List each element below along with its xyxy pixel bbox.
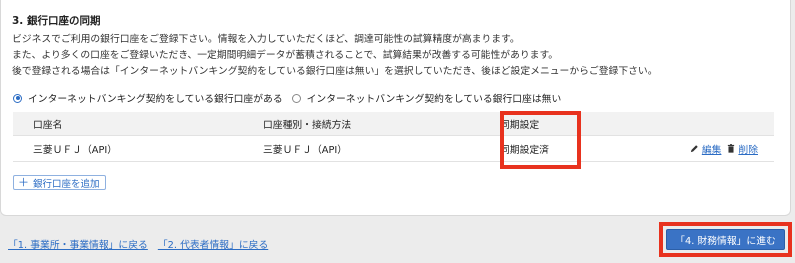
radio-has-account-label[interactable]: インターネットバンキング契約をしている銀行口座がある [28, 91, 283, 105]
add-bank-account-label: 銀行口座を追加 [33, 178, 100, 190]
description-line: 後で登録される場合は「インターネットバンキング契約をしている銀行口座は無い」を選… [12, 66, 658, 77]
delete-label: 削除 [738, 144, 758, 156]
plus-icon: ＋ [18, 176, 29, 189]
bank-sync-card: 3. 銀行口座の同期 ビジネスでご利用の銀行口座をご登録下さい。情報を入力してい… [0, 0, 791, 216]
description-line: ビジネスでご利用の銀行口座をご登録下さい。情報を入力していただくほど、調達可能性… [12, 34, 520, 45]
description-line: また、より多くの口座をご登録いただき、一定期間明細データが蓄積されることで、試算… [12, 50, 559, 61]
back-to-step1-link[interactable]: 「1. 事業所・事業情報」に戻る [8, 237, 148, 251]
section-title: 3. 銀行口座の同期 [12, 15, 101, 27]
account-name-cell: 三菱ＵＦＪ（API） [33, 144, 118, 156]
header-account-name: 口座名 [33, 119, 63, 131]
back-navigation: 「1. 事業所・事業情報」に戻る 「2. 代表者情報」に戻る [8, 237, 268, 251]
bank-account-radio-group: インターネットバンキング契約をしている銀行口座がある インターネットバンキング契… [13, 91, 570, 105]
radio-has-account[interactable] [13, 93, 22, 103]
account-type-cell: 三菱ＵＦＪ（API） [263, 144, 348, 156]
sync-status-cell: 同期設定済 [500, 144, 549, 156]
edit-label: 編集 [701, 144, 722, 156]
header-sync-setting: 同期設定 [500, 119, 540, 131]
bank-account-table: 口座名 口座種別・接続方法 同期設定 三菱ＵＦＪ（API） 三菱ＵＦＪ（API）… [13, 112, 774, 162]
trash-icon [727, 144, 735, 153]
edit-button[interactable]: 編集 [690, 142, 722, 156]
add-bank-account-button[interactable]: ＋ 銀行口座を追加 [13, 175, 106, 190]
table-row: 三菱ＵＦＪ（API） 三菱ＵＦＪ（API） 同期設定済 編集 削除 [13, 136, 774, 162]
next-button-highlight: 「4. 財務情報」に進む [659, 222, 792, 257]
delete-button[interactable]: 削除 [727, 142, 758, 156]
radio-no-account[interactable] [291, 93, 301, 103]
section-description: ビジネスでご利用の銀行口座をご登録下さい。情報を入力していただくほど、調達可能性… [12, 32, 658, 80]
table-header: 口座名 口座種別・接続方法 同期設定 [13, 112, 774, 136]
row-actions: 編集 削除 [690, 136, 758, 161]
next-step-button[interactable]: 「4. 財務情報」に進む [666, 229, 785, 250]
back-to-step2-link[interactable]: 「2. 代表者情報」に戻る [158, 237, 268, 251]
header-account-type: 口座種別・接続方法 [263, 119, 352, 131]
radio-no-account-label[interactable]: インターネットバンキング契約をしている銀行口座は無い [307, 91, 562, 105]
pencil-icon [690, 144, 699, 153]
